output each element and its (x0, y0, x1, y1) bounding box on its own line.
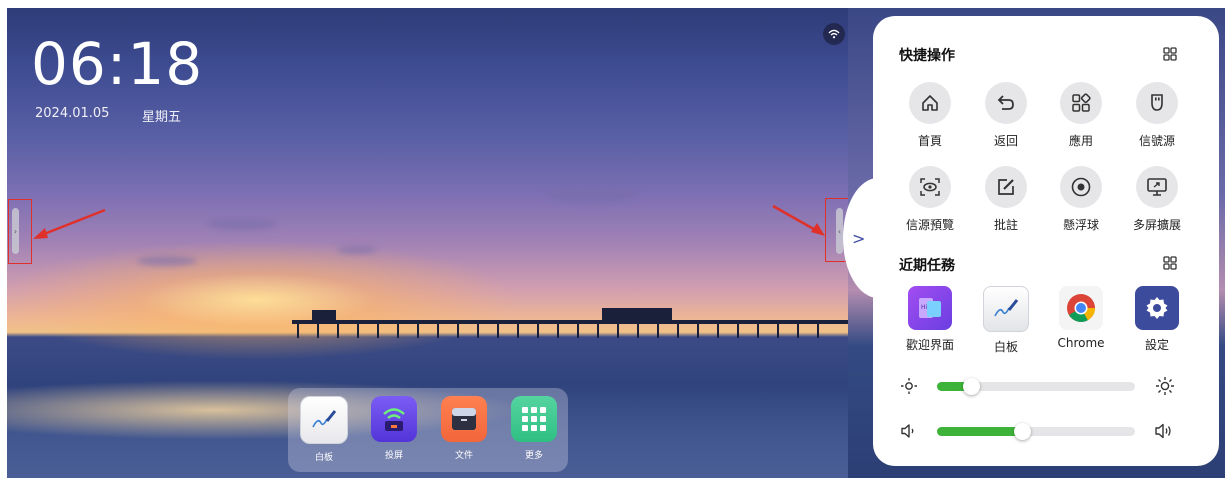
folder-icon (441, 396, 487, 442)
home-icon (909, 82, 951, 124)
recent-task-label: 歡迎界面 (905, 338, 954, 352)
dock-item-more[interactable]: 更多 (510, 396, 558, 461)
quick-action-back[interactable]: 返回 (966, 82, 1046, 149)
quick-action-label: 多屏擴展 (1132, 218, 1181, 232)
whiteboard-icon (300, 396, 348, 444)
annotation-arrow-right (772, 204, 825, 236)
dock: 白板 投屏 文件 更多 (288, 388, 568, 472)
quick-action-label: 批註 (993, 218, 1018, 232)
recent-task-label: 設定 (1144, 338, 1169, 352)
quick-action-multi-screen[interactable]: 多屏擴展 (1117, 166, 1197, 233)
volume-high-icon (1155, 423, 1171, 439)
dock-item-screencast[interactable]: 投屏 (370, 396, 418, 461)
annotation-box-left (8, 199, 32, 264)
recent-task-settings[interactable]: 設定 (1117, 286, 1197, 353)
quick-action-label: 信源預覽 (905, 218, 954, 232)
recent-tasks-title: 近期任務 (899, 258, 955, 274)
settings-icon (1135, 286, 1179, 330)
signal-source-icon (1136, 82, 1178, 124)
brightness-knob[interactable] (963, 378, 980, 395)
chevron-right-icon[interactable]: > (852, 229, 865, 248)
quick-panel: 快捷操作 首頁 返回 應用 信號源 信源預覽 批註 懸浮球 多屏擴展 近期任務 … (873, 16, 1219, 466)
quick-action-label: 返回 (993, 134, 1018, 148)
recent-task-chrome[interactable]: Chrome (1041, 286, 1121, 350)
dock-label: 白板 (314, 453, 333, 463)
annotate-icon (985, 166, 1027, 208)
whiteboard-app-icon (983, 286, 1029, 332)
volume-low-icon (901, 424, 914, 438)
screen-cast-icon (371, 396, 417, 442)
recent-task-whiteboard[interactable]: 白板 (966, 286, 1046, 355)
dock-label: 更多 (524, 451, 543, 461)
svg-text:Hi: Hi (921, 304, 928, 311)
recent-grid-icon[interactable] (1163, 256, 1177, 270)
dock-label: 文件 (454, 451, 473, 461)
back-icon (985, 82, 1027, 124)
clock-date: 2024.01.05 (35, 106, 110, 121)
volume-fill (937, 427, 1022, 436)
brightness-slider[interactable] (937, 378, 1135, 395)
welcome-app-icon: Hi (908, 286, 952, 330)
quick-action-home[interactable]: 首頁 (890, 82, 970, 149)
edit-grid-icon[interactable] (1163, 47, 1177, 61)
quick-action-label: 信號源 (1138, 134, 1175, 148)
volume-slider[interactable] (937, 423, 1135, 440)
quick-action-annotate[interactable]: 批註 (966, 166, 1046, 233)
recent-task-welcome[interactable]: Hi 歡迎界面 (890, 286, 970, 353)
annotation-arrow-left (33, 208, 106, 239)
quick-action-apps[interactable]: 應用 (1041, 82, 1121, 149)
dock-item-files[interactable]: 文件 (440, 396, 488, 461)
quick-action-label: 懸浮球 (1062, 218, 1099, 232)
clock-weekday: 星期五 (142, 110, 182, 125)
multi-screen-icon (1136, 166, 1178, 208)
quick-action-floating-ball[interactable]: 懸浮球 (1041, 166, 1121, 233)
chrome-icon (1059, 286, 1103, 330)
quick-action-source-preview[interactable]: 信源預覽 (890, 166, 970, 233)
quick-actions-title: 快捷操作 (899, 48, 955, 64)
recent-task-label: 白板 (993, 340, 1018, 354)
dock-label: 投屏 (384, 451, 403, 461)
volume-knob[interactable] (1014, 423, 1031, 440)
quick-action-label: 首頁 (917, 134, 942, 148)
dock-item-whiteboard[interactable]: 白板 (300, 396, 348, 463)
pier-silhouette (292, 308, 852, 338)
recent-task-label: Chrome (1057, 336, 1105, 350)
brightness-high-icon (1156, 377, 1174, 395)
apps-icon (1060, 82, 1102, 124)
app-grid-icon (511, 396, 557, 442)
clock-time: 06:18 (31, 30, 204, 98)
wifi-icon[interactable] (823, 23, 845, 45)
brightness-low-icon (901, 378, 917, 394)
quick-action-signal-source[interactable]: 信號源 (1117, 82, 1197, 149)
quick-action-label: 應用 (1068, 134, 1093, 148)
source-preview-icon (909, 166, 951, 208)
floating-ball-icon (1060, 166, 1102, 208)
